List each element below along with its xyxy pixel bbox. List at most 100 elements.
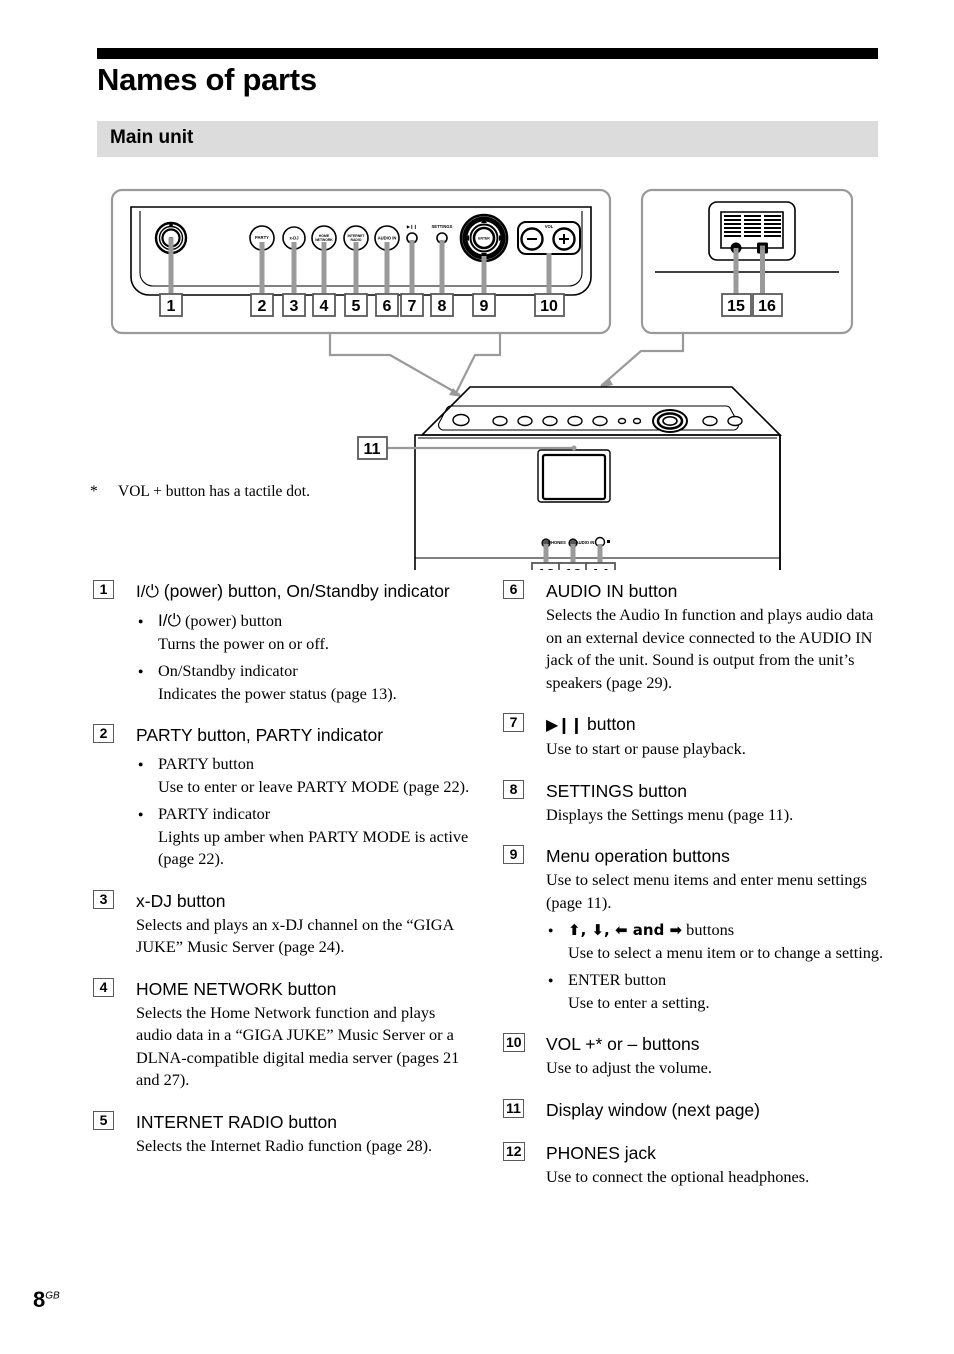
top-callout-numbers: 1 2 3 4 5 6 7 8 9 10 bbox=[159, 293, 565, 317]
footnote-mark: * bbox=[90, 483, 98, 500]
part-bullet-list: PARTY button Use to enter or leave PARTY … bbox=[93, 752, 475, 871]
part-bullet-title: ENTER button bbox=[568, 969, 885, 992]
svg-text:RADIO: RADIO bbox=[351, 238, 362, 242]
part-number-badge: 9 bbox=[503, 845, 524, 864]
svg-text:14: 14 bbox=[591, 567, 609, 570]
part-title: INTERNET RADIO button bbox=[136, 1112, 337, 1132]
part-bullet-item: PARTY indicator Lights up amber when PART… bbox=[136, 802, 475, 871]
svg-text:ENTER: ENTER bbox=[478, 237, 490, 241]
part-bullet-glyph: ⬆, ⬇, ⬅ and ➡ bbox=[568, 921, 683, 939]
svg-text:PHONES: PHONES bbox=[548, 540, 566, 545]
part-title-text: (power) button, On/Standby indicator bbox=[158, 581, 450, 601]
svg-text:9: 9 bbox=[480, 298, 489, 315]
svg-text:12: 12 bbox=[537, 567, 555, 570]
page-number: 8GB bbox=[33, 1287, 60, 1313]
part-bullet-list: I/⏻ (power) buttonTurns the power on or … bbox=[93, 609, 475, 705]
part-entry: 8 SETTINGS button Displays the Settings me… bbox=[503, 778, 885, 827]
part-bullet-title: I/⏻ (power) button bbox=[158, 610, 475, 633]
part-entry-header: 7 ▶❙❙ button bbox=[503, 711, 885, 738]
part-number-badge: 10 bbox=[503, 1033, 525, 1052]
part-title: AUDIO IN button bbox=[546, 581, 677, 601]
rear-panel-callout: 15 16 bbox=[640, 188, 854, 335]
svg-text:15: 15 bbox=[727, 298, 745, 315]
part-entry: 4 HOME NETWORK button Selects the Home Net… bbox=[93, 976, 475, 1092]
page-title: Names of parts bbox=[97, 62, 317, 97]
part-description: Selects the Home Network function and pl… bbox=[136, 1002, 460, 1090]
front-callout-numbers: 12 13 14 bbox=[531, 544, 616, 570]
section-bar bbox=[97, 121, 878, 157]
part-number-badge: 4 bbox=[93, 977, 114, 997]
part-entry-header: 4 HOME NETWORK button bbox=[93, 976, 475, 1002]
part-entry: 11 Display window (next page) bbox=[503, 1097, 885, 1123]
part-entry-header: 10 VOL +* or – buttons bbox=[503, 1031, 885, 1057]
menu-ring-illustration: ENTER bbox=[459, 213, 509, 263]
svg-text:▶❙❙: ▶❙❙ bbox=[406, 224, 417, 230]
part-description: Selects the Internet Radio function (pag… bbox=[136, 1135, 433, 1155]
svg-text:10: 10 bbox=[540, 298, 558, 315]
display-window-illustration bbox=[537, 449, 611, 503]
parts-list-right-column: 6 AUDIO IN button Selects the Audio In fun… bbox=[503, 578, 885, 1188]
part-bullet-title-text: buttons bbox=[682, 920, 735, 939]
part-title-text: PHONES jack bbox=[546, 1142, 656, 1163]
part-bullet-title: On/Standby indicator bbox=[158, 660, 475, 683]
parts-list-left-column: 1 I/⏻ (power) button, On/Standby indicato… bbox=[93, 578, 475, 1157]
part-bullet-title: PARTY indicator bbox=[158, 803, 475, 826]
part-description: Use to connect the optional headphones. bbox=[546, 1166, 810, 1186]
svg-text:4: 4 bbox=[320, 298, 329, 315]
svg-text:11: 11 bbox=[364, 441, 381, 458]
svg-text:5: 5 bbox=[352, 298, 361, 315]
part-bullet-item: PARTY button Use to enter or leave PARTY … bbox=[136, 752, 475, 798]
part-number-badge: 2 bbox=[93, 724, 114, 743]
part-bullet-description: Indicates the power status (page 13). bbox=[158, 683, 397, 703]
svg-text:7: 7 bbox=[408, 298, 417, 315]
part-bullet-item: On/Standby indicator Indicates the power … bbox=[136, 659, 475, 705]
part-title: Display window (next page) bbox=[546, 1100, 760, 1120]
footnote: * VOL + button has a tactile dot. bbox=[90, 483, 310, 501]
main-unit-diagram: .ln { fill:none; stroke:#000; stroke-wid… bbox=[0, 180, 954, 570]
part-title: VOL +* or – buttons bbox=[546, 1034, 700, 1054]
part-entry: 6 AUDIO IN button Selects the Audio In fun… bbox=[503, 578, 885, 694]
svg-text:PARTY: PARTY bbox=[255, 235, 269, 240]
top-view-menu-ring bbox=[652, 409, 688, 433]
part-title: ▶❙❙ button bbox=[546, 714, 636, 734]
svg-text:13: 13 bbox=[564, 567, 582, 570]
part-bullet-description: Turns the power on or off. bbox=[158, 633, 329, 653]
part-title: I/⏻ (power) button, On/Standby indicator bbox=[136, 581, 450, 601]
top-panel-callout: I/⏻ PARTY x-DJ HOME NETWORK INTERNET RAD… bbox=[110, 188, 612, 335]
part-bullet-title-text: PARTY indicator bbox=[158, 804, 271, 823]
footnote-text: VOL + button has a tactile dot. bbox=[118, 483, 310, 500]
part-entry: 9 Menu operation buttons Use to select men… bbox=[503, 843, 885, 1014]
part-entry-header: 5 INTERNET RADIO button bbox=[93, 1109, 475, 1135]
part-entry-header: 3 x-DJ button bbox=[93, 888, 475, 914]
part-title-text: INTERNET RADIO button bbox=[136, 1111, 337, 1132]
part-entry-header: 1 I/⏻ (power) button, On/Standby indicato… bbox=[93, 578, 475, 605]
part-number-badge: 12 bbox=[503, 1141, 525, 1161]
part-bullet-item: ENTER button Use to enter a setting. bbox=[546, 968, 885, 1014]
part-entry-header: 8 SETTINGS button bbox=[503, 778, 885, 804]
svg-text:8: 8 bbox=[438, 298, 447, 315]
part-entry: 1 I/⏻ (power) button, On/Standby indicato… bbox=[93, 578, 475, 705]
part-title-glyph: I/⏻ bbox=[136, 582, 159, 601]
svg-text:VOL: VOL bbox=[545, 224, 554, 229]
part-description: Use to select menu items and enter menu … bbox=[546, 870, 868, 912]
part-bullet-title-text: ENTER button bbox=[568, 970, 667, 989]
part-title: PARTY button, PARTY indicator bbox=[136, 725, 383, 745]
part-description: Use to start or pause playback. bbox=[546, 739, 746, 758]
svg-text:x-DJ: x-DJ bbox=[289, 236, 299, 241]
part-bullet-description: Lights up amber when PARTY MODE is activ… bbox=[158, 826, 469, 869]
part-description: Selects and plays an x-DJ channel on the… bbox=[136, 914, 454, 957]
part-title-text: VOL +* or – buttons bbox=[546, 1034, 700, 1054]
part-bullet-title: PARTY button bbox=[158, 753, 475, 776]
part-bullet-title-text: On/Standby indicator bbox=[158, 661, 298, 680]
svg-text:6: 6 bbox=[383, 298, 392, 315]
main-unit-front-view: PHONES AUDIO IN bbox=[414, 386, 782, 570]
part-number-badge: 11 bbox=[503, 1098, 524, 1118]
part-title-text: SETTINGS button bbox=[546, 780, 688, 801]
part-title-text: Display window (next page) bbox=[546, 1099, 760, 1120]
part-bullet-title-text: (power) button bbox=[180, 611, 283, 630]
part-title-text: AUDIO IN button bbox=[546, 581, 678, 601]
part-bullet-description: Use to enter or leave PARTY MODE (page 2… bbox=[158, 776, 470, 796]
svg-text:16: 16 bbox=[758, 298, 776, 315]
part-number-badge: 5 bbox=[93, 1110, 114, 1130]
part-entry: 3 x-DJ button Selects and plays an x-DJ ch… bbox=[93, 888, 475, 959]
